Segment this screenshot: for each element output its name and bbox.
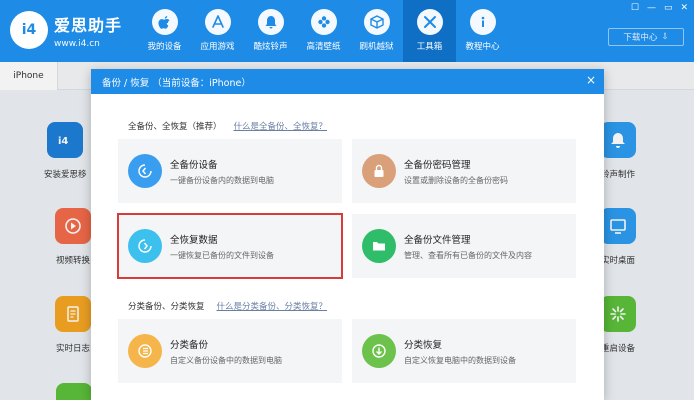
card-title: 分类恢复 bbox=[404, 339, 443, 351]
flower-icon bbox=[310, 9, 337, 35]
app-url: www.i4.cn bbox=[54, 39, 100, 49]
tools-icon bbox=[416, 9, 443, 35]
info-icon bbox=[469, 9, 496, 35]
maximize-button[interactable]: ▭ bbox=[664, 3, 673, 13]
bell-icon bbox=[257, 9, 284, 35]
nav-flash-jailbreak[interactable]: 刷机越狱 bbox=[350, 0, 403, 62]
close-window-button[interactable]: ✕ bbox=[680, 3, 688, 13]
box-icon bbox=[363, 9, 390, 35]
nav-label: 我的设备 bbox=[147, 42, 182, 52]
restore-icon bbox=[128, 229, 162, 263]
card-full-restore[interactable]: 全恢复数据 一键恢复已备份的文件到设备 bbox=[117, 213, 343, 279]
minimize-button[interactable]: — bbox=[647, 3, 656, 13]
backup-restore-dialog: 备份 / 恢复 （当前设备：iPhone） × 全备份、全恢复（推荐） 什么是全… bbox=[91, 69, 604, 400]
main-nav: 我的设备 应用游戏 酷炫铃声 高清壁纸 刷机越狱 工具箱 教程中心 bbox=[138, 0, 509, 62]
category-backup-icon bbox=[128, 334, 162, 368]
nav-label: 教程中心 bbox=[465, 42, 500, 52]
appstore-icon bbox=[204, 9, 231, 35]
card-title: 全备份文件管理 bbox=[404, 234, 471, 246]
dialog-title: 备份 / 恢复 （当前设备：iPhone） bbox=[102, 77, 251, 89]
lock-icon bbox=[362, 154, 396, 188]
card-title: 全备份设备 bbox=[170, 159, 218, 171]
card-desc: 管理、查看所有已备份的文件及内容 bbox=[404, 250, 532, 260]
dialog-header: 备份 / 恢复 （当前设备：iPhone） × bbox=[91, 69, 604, 94]
card-category-backup[interactable]: 分类备份 自定义备份设备中的数据到电脑 bbox=[118, 319, 342, 383]
app-logo: i4 bbox=[10, 11, 48, 49]
card-desc: 一键恢复已备份的文件到设备 bbox=[170, 250, 274, 260]
nav-label: 应用游戏 bbox=[200, 42, 235, 52]
folder-icon bbox=[362, 229, 396, 263]
nav-label: 酷炫铃声 bbox=[253, 42, 288, 52]
top-bar: i4 爱思助手 www.i4.cn 我的设备 应用游戏 酷炫铃声 高清壁纸 刷机… bbox=[0, 0, 694, 62]
nav-wallpapers[interactable]: 高清壁纸 bbox=[297, 0, 350, 62]
nav-toolbox[interactable]: 工具箱 bbox=[403, 0, 456, 62]
nav-ringtones[interactable]: 酷炫铃声 bbox=[244, 0, 297, 62]
card-desc: 一键备份设备内的数据到电脑 bbox=[170, 175, 274, 185]
backup-icon bbox=[128, 154, 162, 188]
section-title: 分类备份、分类恢复 bbox=[128, 302, 205, 312]
download-icon: ⇩ bbox=[661, 32, 669, 42]
card-desc: 设置或删除设备的全备份密码 bbox=[404, 175, 508, 185]
section-title: 全备份、全恢复（推荐） bbox=[128, 122, 222, 132]
card-category-restore[interactable]: 分类恢复 自定义恢复电脑中的数据到设备 bbox=[352, 319, 576, 383]
close-icon[interactable]: × bbox=[586, 73, 596, 87]
nav-my-device[interactable]: 我的设备 bbox=[138, 0, 191, 62]
apple-icon bbox=[151, 9, 178, 35]
card-title: 分类备份 bbox=[170, 339, 209, 351]
nav-apps-games[interactable]: 应用游戏 bbox=[191, 0, 244, 62]
card-title: 全备份密码管理 bbox=[404, 159, 471, 171]
nav-label: 工具箱 bbox=[416, 42, 443, 52]
section-category-backup-title: 分类备份、分类恢复 什么是分类备份、分类恢复？ bbox=[128, 300, 327, 312]
card-title: 全恢复数据 bbox=[170, 234, 218, 246]
brand: 爱思助手 www.i4.cn bbox=[54, 12, 122, 49]
help-link-full-backup[interactable]: 什么是全备份、全恢复？ bbox=[234, 120, 328, 132]
help-link-category-backup[interactable]: 什么是分类备份、分类恢复？ bbox=[217, 300, 328, 312]
nav-label: 高清壁纸 bbox=[306, 42, 341, 52]
skin-button[interactable]: ☐ bbox=[631, 3, 639, 13]
nav-tutorials[interactable]: 教程中心 bbox=[456, 0, 509, 62]
card-backup-file-manager[interactable]: 全备份文件管理 管理、查看所有已备份的文件及内容 bbox=[352, 214, 576, 278]
download-center-label: 下载中心 bbox=[623, 33, 658, 43]
card-backup-password[interactable]: 全备份密码管理 设置或删除设备的全备份密码 bbox=[352, 139, 576, 203]
window-controls: ☐ — ▭ ✕ bbox=[631, 3, 688, 13]
nav-label: 刷机越狱 bbox=[359, 42, 394, 52]
section-full-backup-title: 全备份、全恢复（推荐） 什么是全备份、全恢复？ bbox=[128, 120, 327, 132]
app-name: 爱思助手 bbox=[54, 16, 123, 35]
download-center-button[interactable]: 下载中心 ⇩ bbox=[608, 28, 684, 46]
card-desc: 自定义备份设备中的数据到电脑 bbox=[170, 355, 282, 365]
card-desc: 自定义恢复电脑中的数据到设备 bbox=[404, 355, 516, 365]
category-restore-icon bbox=[362, 334, 396, 368]
card-full-backup-device[interactable]: 全备份设备 一键备份设备内的数据到电脑 bbox=[118, 139, 342, 203]
